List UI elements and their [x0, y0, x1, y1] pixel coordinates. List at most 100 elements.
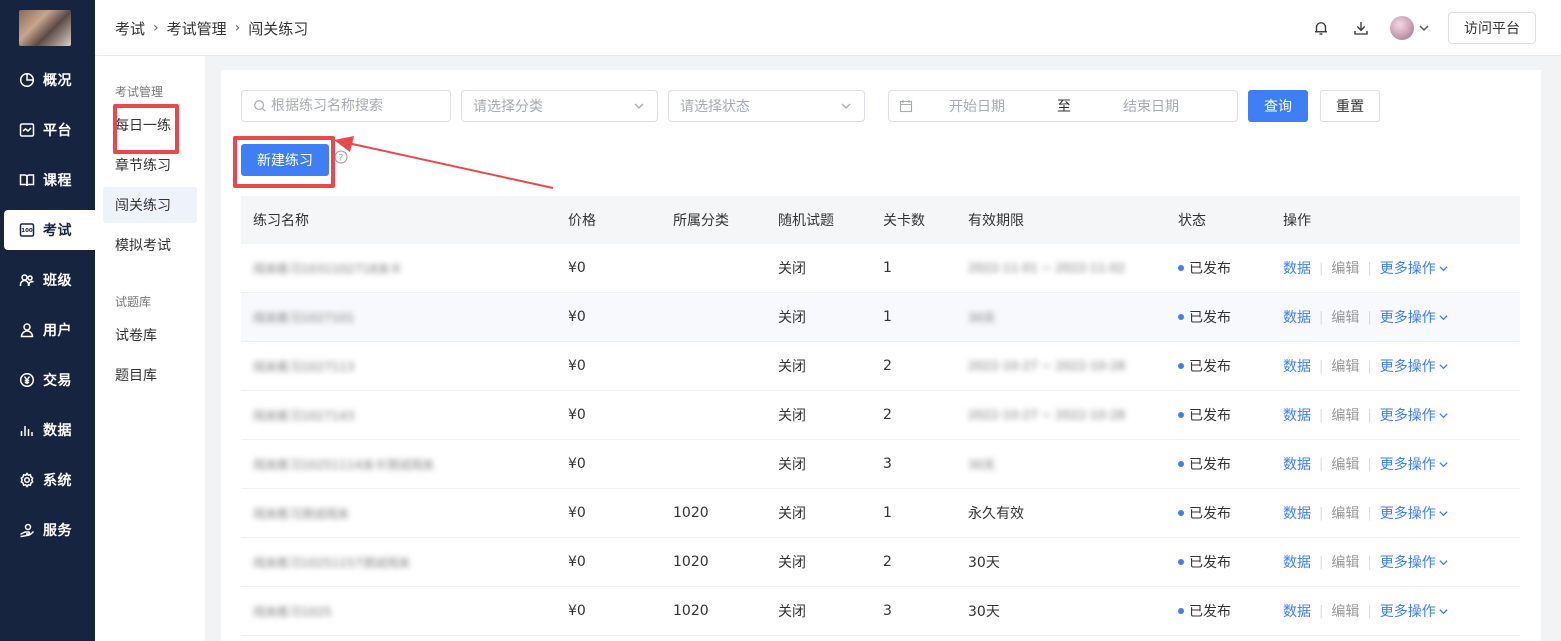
sub-item-paper-bank[interactable]: 试卷库	[103, 317, 197, 353]
chevron-down-icon	[1439, 363, 1448, 369]
sub-item-level-practice[interactable]: 闯关练习	[103, 187, 197, 223]
reset-button[interactable]: 重置	[1320, 90, 1380, 122]
nav-item-4[interactable]: 班级	[0, 260, 95, 300]
nav-item-0[interactable]: 概况	[0, 60, 95, 100]
edit-link[interactable]: 编辑	[1331, 601, 1359, 621]
edit-link[interactable]: 编辑	[1331, 503, 1359, 523]
breadcrumb-item-exam-management[interactable]: 考试管理	[167, 18, 227, 39]
data-link[interactable]: 数据	[1283, 601, 1311, 621]
edit-link[interactable]: 编辑	[1331, 552, 1359, 572]
more-actions-dropdown[interactable]: 更多操作	[1380, 601, 1449, 621]
date-end-input[interactable]: 结束日期	[1123, 96, 1179, 116]
nav-item-6[interactable]: 交易	[0, 360, 95, 400]
chevron-down-icon	[634, 103, 644, 109]
cell-status: 已发布	[1166, 307, 1271, 327]
more-actions-label: 更多操作	[1379, 506, 1436, 522]
more-actions-label: 更多操作	[1379, 555, 1436, 571]
more-actions-dropdown[interactable]: 更多操作	[1380, 405, 1449, 425]
nav-item-2[interactable]: 课程	[0, 160, 95, 200]
cell-price: ¥0	[568, 407, 586, 423]
help-icon[interactable]: ?	[334, 150, 348, 164]
sub-item-question-bank[interactable]: 题目库	[103, 357, 197, 393]
svg-text:100: 100	[21, 228, 33, 234]
chevron-down-icon[interactable]	[1418, 22, 1430, 34]
nav-item-9[interactable]: 服务	[0, 510, 95, 550]
date-start-input[interactable]: 开始日期	[949, 96, 1005, 116]
data-link[interactable]: 数据	[1283, 552, 1311, 572]
cell-status: 已发布	[1166, 454, 1271, 474]
practice-name[interactable]: 闯关练习10251114关卡测试闯关	[253, 456, 434, 473]
status-dot-icon	[1178, 510, 1184, 516]
validity-text: 30天	[968, 310, 996, 325]
scrollbar[interactable]	[1555, 56, 1561, 641]
more-actions-dropdown[interactable]: 更多操作	[1380, 503, 1449, 523]
chevron-down-icon	[1439, 314, 1448, 320]
table-row: 闯关练习1025 ¥0 1020 关闭 3 30天 已发布 数据 | 编辑 | 更多操作	[241, 587, 1520, 636]
practice-name[interactable]: 闯关练习1025	[253, 603, 332, 620]
breadcrumb-item-current: 闯关练习	[248, 19, 309, 38]
cell-ops: 数据 | 编辑 | 更多操作	[1271, 405, 1520, 425]
nav-item-7[interactable]: 数据	[0, 410, 95, 450]
cell-random: 关闭	[778, 555, 806, 571]
status-select[interactable]: 请选择状态	[668, 90, 865, 122]
nav-item-1[interactable]: 平台	[0, 110, 95, 150]
practice-name[interactable]: 闯关练习1031102718关卡	[253, 260, 401, 277]
nav-item-3[interactable]: 100 考试	[4, 210, 95, 250]
cell-status: 已发布	[1166, 601, 1271, 621]
validity-text: 30天	[968, 555, 1000, 571]
cell-random: 关闭	[778, 310, 806, 326]
search-input[interactable]	[271, 98, 441, 114]
cell-name: 闯关练习1025	[241, 603, 556, 620]
cell-levels: 2	[883, 407, 892, 423]
col-header-price: 价格	[568, 213, 596, 229]
breadcrumb-item-exam[interactable]: 考试	[115, 18, 145, 39]
edit-link[interactable]: 编辑	[1331, 258, 1359, 278]
ops-divider: |	[1367, 358, 1372, 374]
more-actions-dropdown[interactable]: 更多操作	[1380, 356, 1449, 376]
search-box[interactable]	[241, 90, 451, 122]
group-icon	[19, 272, 35, 288]
validity-text: 30天	[968, 457, 996, 472]
practice-name[interactable]: 闯关练习1027143	[253, 407, 354, 424]
date-range-picker[interactable]: 开始日期 至 结束日期	[888, 90, 1238, 122]
data-link[interactable]: 数据	[1283, 258, 1311, 278]
data-link[interactable]: 数据	[1283, 503, 1311, 523]
download-icon[interactable]	[1351, 18, 1371, 38]
avatar[interactable]	[1390, 16, 1414, 40]
validity-text: 2022-10-27 ~ 2022-10-28	[968, 359, 1126, 373]
data-link[interactable]: 数据	[1283, 356, 1311, 376]
category-select[interactable]: 请选择分类	[461, 90, 658, 122]
cell-validity: 30天	[956, 309, 1166, 326]
bell-icon[interactable]	[1311, 18, 1331, 38]
nav-item-8[interactable]: 系统	[0, 460, 95, 500]
practice-name[interactable]: 闯关练习10251157测试闯关	[253, 554, 410, 571]
chevron-down-icon	[1439, 510, 1448, 516]
practice-name[interactable]: 闯关练习测试闯关	[253, 505, 349, 522]
nav-item-5[interactable]: 用户	[0, 310, 95, 350]
validity-text: 2022-11-01 ~ 2022-11-02	[968, 261, 1126, 275]
sub-item-mock-exam[interactable]: 模拟考试	[103, 227, 197, 263]
edit-link[interactable]: 编辑	[1331, 356, 1359, 376]
status-badge: 已发布	[1189, 261, 1231, 277]
nav-item-label: 课程	[43, 173, 72, 189]
more-actions-dropdown[interactable]: 更多操作	[1380, 454, 1449, 474]
data-link[interactable]: 数据	[1283, 405, 1311, 425]
ops-divider: |	[1319, 358, 1324, 374]
practice-name[interactable]: 闯关练习1027113	[253, 358, 354, 375]
more-actions-dropdown[interactable]: 更多操作	[1380, 258, 1449, 278]
sub-group-title-question-bank: 试题库	[115, 295, 152, 309]
edit-link[interactable]: 编辑	[1331, 307, 1359, 327]
query-button[interactable]: 查询	[1248, 90, 1308, 122]
logo[interactable]	[19, 10, 71, 46]
data-link[interactable]: 数据	[1283, 454, 1311, 474]
cell-ops: 数据 | 编辑 | 更多操作	[1271, 601, 1520, 621]
practice-name[interactable]: 闯关练习1027101	[253, 309, 354, 326]
edit-link[interactable]: 编辑	[1331, 454, 1359, 474]
cell-levels: 3	[883, 456, 892, 472]
nav-item-label: 考试	[43, 223, 72, 239]
edit-link[interactable]: 编辑	[1331, 405, 1359, 425]
more-actions-dropdown[interactable]: 更多操作	[1380, 552, 1449, 572]
visit-platform-button[interactable]: 访问平台	[1448, 12, 1536, 44]
data-link[interactable]: 数据	[1283, 307, 1311, 327]
more-actions-dropdown[interactable]: 更多操作	[1380, 307, 1449, 327]
